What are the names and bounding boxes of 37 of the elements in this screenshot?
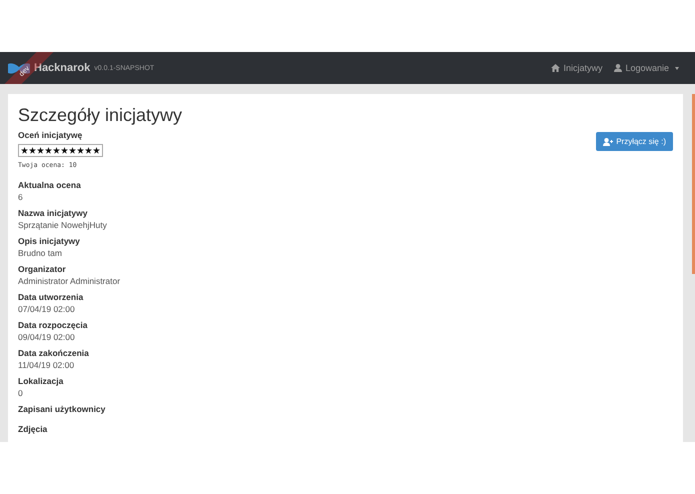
field-value: 11/04/19 02:00: [18, 359, 76, 371]
field-value: 07/04/19 02:00: [18, 303, 76, 315]
field-label: Opis inicjatywy: [18, 236, 81, 247]
field-value: Sprzątanie NowehjHuty: [18, 219, 108, 231]
brand-name[interactable]: Hacknarok: [34, 62, 90, 74]
field-label: Nazwa inicjatywy: [18, 208, 88, 219]
star-icon[interactable]: [69, 147, 76, 154]
field-label: Aktualna ocena: [18, 180, 82, 191]
field-value: Administrator Administrator: [18, 275, 122, 287]
field-value: Brudno tam: [18, 247, 63, 259]
page-title: Szczegóły inicjatywy: [18, 104, 184, 126]
star-icon[interactable]: [45, 147, 52, 154]
nav-link[interactable]: Logowanie: [614, 63, 679, 73]
user-icon: [614, 64, 622, 72]
add-user-icon: [603, 138, 614, 146]
field-label: Zapisani użytkownicy: [18, 404, 106, 415]
star-icon[interactable]: [77, 147, 84, 154]
field-label: Data utworzenia: [18, 292, 84, 303]
star-icon[interactable]: [29, 147, 36, 154]
field-label: Zdjęcia: [18, 424, 48, 435]
star-icon[interactable]: [21, 147, 28, 154]
star-icon[interactable]: [53, 147, 60, 154]
field-value: 09/04/19 02:00: [18, 331, 76, 343]
star-icon[interactable]: [85, 147, 92, 154]
field-value: 6: [18, 191, 24, 203]
field-value: 0: [18, 387, 24, 399]
home-icon: [551, 64, 560, 72]
nav-link[interactable]: Inicjatywy: [551, 63, 602, 73]
star-icon[interactable]: [61, 147, 68, 154]
field-label: Lokalizacja: [18, 376, 64, 387]
field-label: Data zakończenia: [18, 348, 90, 359]
join-button[interactable]: Przyłącz się :): [596, 132, 673, 151]
star-icon[interactable]: [93, 147, 100, 154]
star-icon[interactable]: [37, 147, 44, 154]
field-label: Data rozpoczęcia: [18, 320, 88, 331]
field-label: Oceń inicjatywę: [18, 130, 84, 141]
field-label: Organizator: [18, 264, 67, 275]
